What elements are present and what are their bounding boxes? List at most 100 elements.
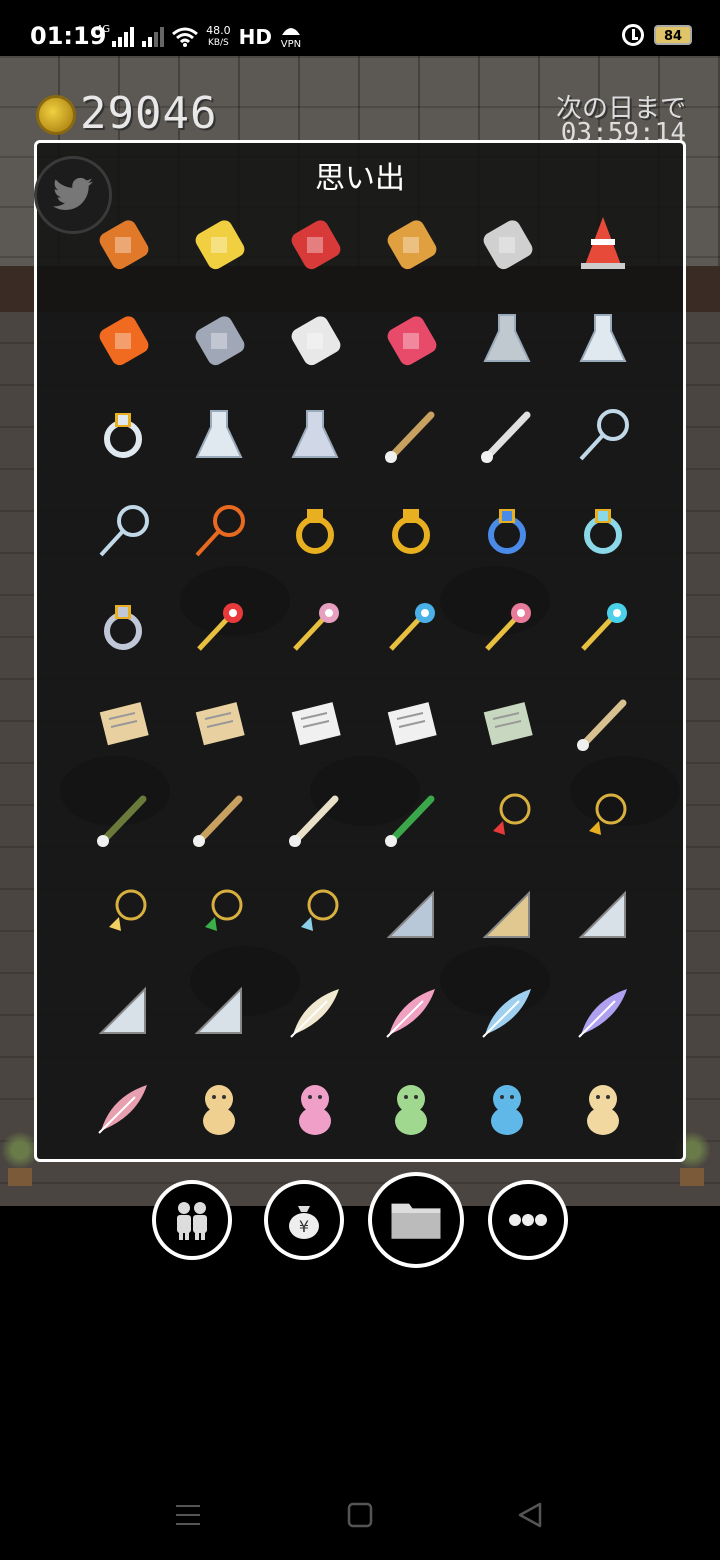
memory-item[interactable] [459,291,555,387]
memory-item[interactable] [459,195,555,291]
memory-item[interactable] [459,963,555,1059]
memory-item[interactable] [267,195,363,291]
menu-icon[interactable] [174,1502,202,1528]
memory-item[interactable] [459,675,555,771]
memory-item[interactable] [363,579,459,675]
memory-item[interactable] [459,867,555,963]
memory-item[interactable] [363,483,459,579]
back-icon[interactable] [516,1502,544,1528]
memory-item[interactable] [459,1059,555,1155]
memory-item[interactable] [171,387,267,483]
red-gem-ring-icon [392,509,430,554]
memory-item[interactable] [75,675,171,771]
money-bag-button[interactable]: ¥ [264,1180,344,1260]
memory-item[interactable] [459,771,555,867]
memory-item[interactable] [555,675,651,771]
memory-item[interactable] [75,291,171,387]
memory-item[interactable] [363,771,459,867]
memory-item[interactable] [363,195,459,291]
memory-item[interactable] [75,387,171,483]
lined-letter-icon [387,702,437,746]
friends-button[interactable] [152,1180,232,1260]
stick-icon [577,699,627,751]
memory-item[interactable] [171,579,267,675]
memory-item[interactable] [555,291,651,387]
pink-gem-ring-icon [296,509,334,554]
bear-plush-icon [299,1085,331,1135]
memory-item[interactable] [555,1059,651,1155]
memory-item[interactable] [171,483,267,579]
memory-item[interactable] [267,867,363,963]
home-icon[interactable] [346,1502,374,1528]
hd-label: HD [238,25,272,49]
memory-item[interactable] [555,579,651,675]
green-brush-icon [385,795,435,847]
memory-item[interactable] [555,387,651,483]
more-icon [509,1214,547,1226]
memory-item[interactable] [363,387,459,483]
speed-value: 48.0 [206,24,231,37]
memory-item[interactable] [267,771,363,867]
memory-item[interactable] [75,483,171,579]
heart-pendant-icon [109,889,147,931]
memory-item[interactable] [555,771,651,867]
clover-pendant-icon [205,889,243,931]
vpn-indicator: VPN [280,24,302,50]
memory-item[interactable] [267,387,363,483]
svg-text:¥: ¥ [299,1217,309,1236]
people-icon [177,1202,207,1240]
quill-icon [98,1085,147,1134]
memory-item[interactable] [171,291,267,387]
star-pendant-icon [589,793,627,835]
feather-pendant-icon [301,889,339,931]
memory-item[interactable] [267,579,363,675]
round-flask-icon [195,410,243,458]
flask-icon [579,314,627,362]
memory-item[interactable] [171,675,267,771]
twitter-share-button[interactable] [34,156,112,234]
memory-item[interactable] [75,867,171,963]
memory-item[interactable] [363,1059,459,1155]
memory-item[interactable] [267,963,363,1059]
memory-item[interactable] [267,675,363,771]
paint-bucket-icon [483,220,533,270]
cat-plush-icon [587,1085,619,1135]
alarm-icon [622,24,644,46]
memory-item[interactable] [171,1059,267,1155]
badminton-racket-icon [99,505,149,557]
memory-item[interactable] [75,771,171,867]
memory-item[interactable] [459,579,555,675]
memory-item[interactable] [459,387,555,483]
memory-item[interactable] [555,195,651,291]
flat-brush-icon [289,795,339,847]
memory-item[interactable] [171,963,267,1059]
twitter-icon [53,177,93,210]
memory-item[interactable] [171,195,267,291]
steel-ruler-icon [386,890,434,938]
memory-item[interactable] [363,675,459,771]
wooden-bat-icon [385,411,435,463]
memory-item[interactable] [75,579,171,675]
memory-item[interactable] [555,867,651,963]
memory-item[interactable] [555,963,651,1059]
folder-button[interactable] [368,1172,464,1268]
folder-icon [391,1203,441,1239]
memory-item[interactable] [363,867,459,963]
memory-item[interactable] [555,483,651,579]
memory-item[interactable] [171,771,267,867]
moon-ring-icon [104,605,142,650]
memory-item[interactable] [267,483,363,579]
memory-item[interactable] [75,963,171,1059]
memory-item[interactable] [267,291,363,387]
flower-wand-icon [485,603,531,651]
memory-item[interactable] [459,483,555,579]
memory-item[interactable] [267,1059,363,1155]
alcohol-lamp-icon [291,410,339,458]
memory-item[interactable] [363,963,459,1059]
more-button[interactable] [488,1180,568,1260]
memory-item[interactable] [171,867,267,963]
memory-item[interactable] [75,1059,171,1155]
disguise-glasses-icon [291,316,341,366]
white-feather-icon [290,989,339,1038]
memory-item[interactable] [363,291,459,387]
